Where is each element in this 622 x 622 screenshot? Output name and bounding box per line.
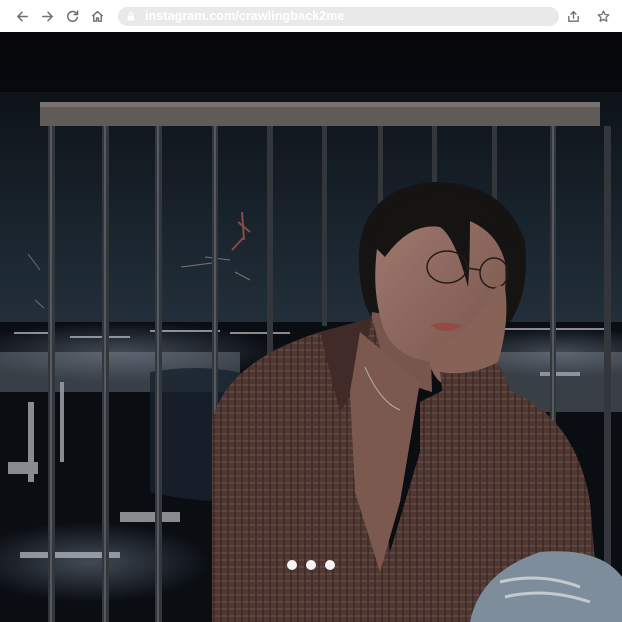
photo-scene — [0, 32, 622, 622]
lock-icon[interactable] — [126, 11, 135, 21]
carousel-dot-3[interactable] — [325, 560, 335, 570]
home-button[interactable] — [85, 4, 110, 29]
carousel-dot-2[interactable] — [306, 560, 316, 570]
forward-arrow-icon — [42, 11, 53, 21]
instagram-post-photo[interactable] — [0, 32, 622, 622]
forward-button[interactable] — [35, 4, 60, 29]
toolbar-actions — [562, 5, 614, 27]
back-arrow-icon — [17, 11, 28, 21]
url-text[interactable]: instagram.com/crawlingback2me — [145, 9, 345, 23]
browser-toolbar: instagram.com/crawlingback2me — [0, 0, 622, 32]
share-button[interactable] — [562, 5, 584, 27]
carousel-dot-1[interactable] — [287, 560, 297, 570]
reload-button[interactable] — [60, 4, 85, 29]
home-icon — [91, 10, 104, 22]
bookmark-star-button[interactable] — [592, 5, 614, 27]
star-icon — [597, 9, 609, 22]
reload-icon — [67, 9, 79, 22]
carousel-indicator — [287, 560, 335, 570]
address-bar[interactable]: instagram.com/crawlingback2me — [118, 6, 559, 26]
back-button[interactable] — [10, 4, 35, 29]
share-icon — [567, 10, 579, 22]
